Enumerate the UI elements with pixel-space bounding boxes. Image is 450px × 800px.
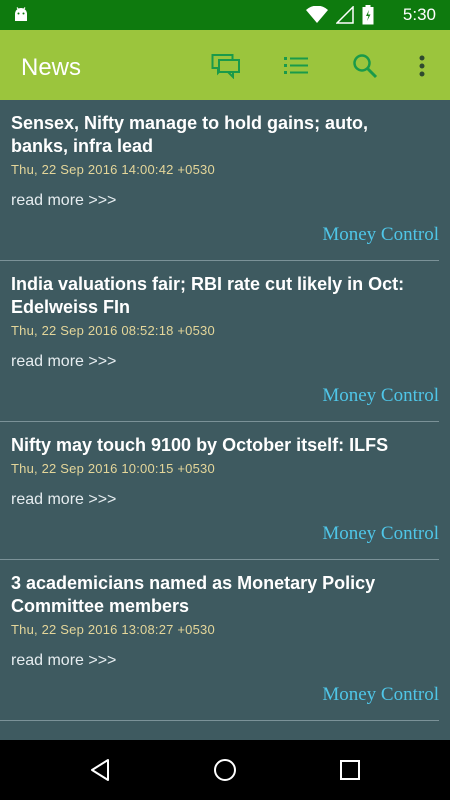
news-date: Thu, 22 Sep 2016 13:08:27 +0530 <box>11 622 215 637</box>
back-icon[interactable] <box>88 758 112 782</box>
read-more-link[interactable]: read more >>> <box>11 353 428 371</box>
chat-icon[interactable] <box>210 50 242 82</box>
read-more-link[interactable]: read more >>> <box>11 491 428 509</box>
more-vert-icon[interactable] <box>406 50 438 82</box>
news-source: Money Control <box>322 523 439 544</box>
news-source: Money Control <box>322 385 439 406</box>
list-item[interactable]: 3 academicians named as Monetary Policy … <box>0 560 439 721</box>
status-clock: 5:30 <box>402 5 436 24</box>
news-date: Thu, 22 Sep 2016 10:00:15 +0530 <box>11 461 215 476</box>
news-title[interactable]: India valuations fair; RBI rate cut like… <box>11 261 428 319</box>
read-more-link[interactable]: read more >>> <box>11 652 428 670</box>
search-icon[interactable] <box>349 50 381 82</box>
list-item[interactable]: India valuations fair; RBI rate cut like… <box>0 261 439 422</box>
list-item[interactable]: Nifty may touch 9100 by October itself: … <box>0 422 439 560</box>
android-icon <box>12 6 30 28</box>
wifi-icon <box>306 5 328 28</box>
recents-icon[interactable] <box>338 758 362 782</box>
navigation-bar <box>0 740 450 800</box>
news-title[interactable]: Sensex, Nifty manage to hold gains; auto… <box>11 100 428 158</box>
signal-icon <box>335 5 354 28</box>
news-date: Thu, 22 Sep 2016 08:52:18 +0530 <box>11 323 215 338</box>
news-feed[interactable]: Sensex, Nifty manage to hold gains; auto… <box>0 100 450 740</box>
list-item[interactable]: Sensex, Nifty manage to hold gains; auto… <box>0 100 439 261</box>
app-bar: News <box>0 30 450 100</box>
news-title[interactable]: 3 academicians named as Monetary Policy … <box>11 560 428 618</box>
news-source: Money Control <box>322 224 439 245</box>
home-icon[interactable] <box>213 758 237 782</box>
status-bar: 5:30 <box>0 0 450 30</box>
list-icon[interactable] <box>280 50 312 82</box>
news-date: Thu, 22 Sep 2016 14:00:42 +0530 <box>11 162 215 177</box>
news-title[interactable]: Nifty may touch 9100 by October itself: … <box>11 422 428 457</box>
news-source: Money Control <box>322 684 439 705</box>
battery-icon <box>362 5 374 29</box>
page-title: News <box>21 54 82 81</box>
read-more-link[interactable]: read more >>> <box>11 192 428 210</box>
